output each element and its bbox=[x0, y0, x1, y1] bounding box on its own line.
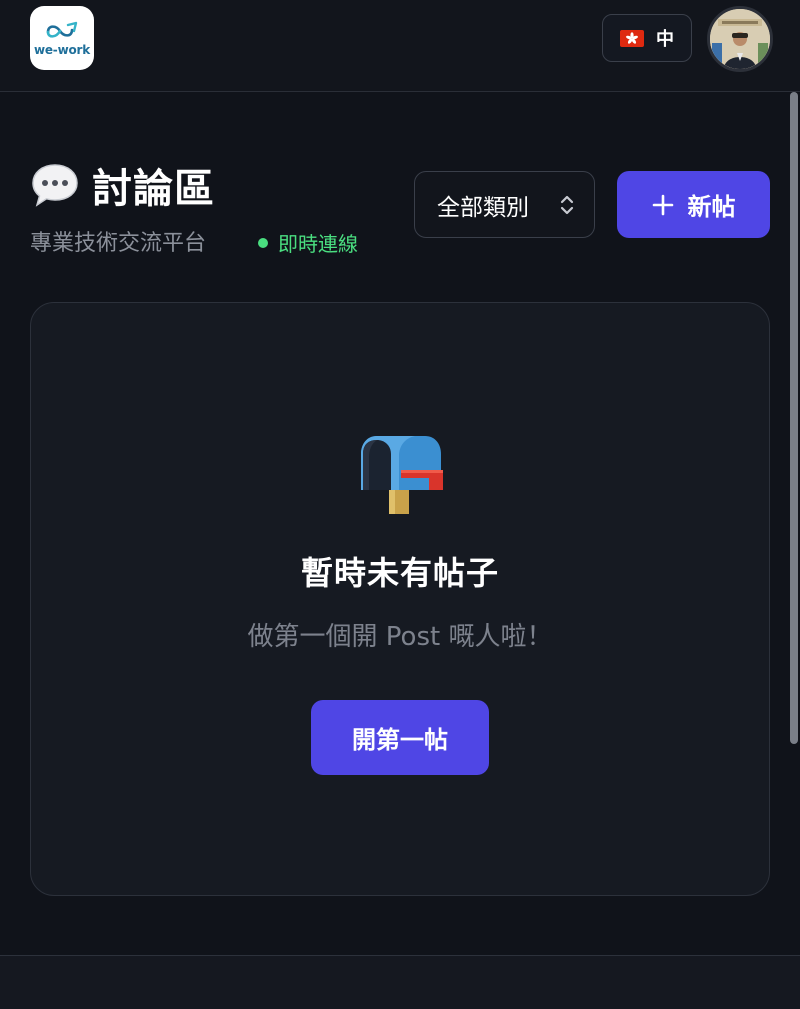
plus-icon bbox=[652, 194, 673, 215]
status-text: 即時連線 bbox=[278, 232, 358, 256]
empty-state-card bbox=[30, 302, 770, 896]
avatar-photo bbox=[710, 9, 770, 69]
create-first-post-button[interactable]: 開第一帖 bbox=[311, 700, 489, 775]
status-dot-icon bbox=[258, 237, 268, 248]
category-select-value: 全部類別 bbox=[437, 194, 529, 221]
page-subtitle: 專業技術交流平台 bbox=[30, 231, 207, 256]
empty-state-message: 做第一個開 Post 嘅人啦！ bbox=[247, 622, 553, 652]
infinity-arrow-icon bbox=[46, 21, 78, 38]
hk-flag-icon bbox=[620, 29, 644, 47]
bottom-bar bbox=[0, 955, 800, 1009]
scrollbar[interactable] bbox=[790, 92, 798, 744]
speech-bubble-icon bbox=[32, 164, 78, 207]
mailbox-icon bbox=[355, 432, 447, 516]
app-logo[interactable]: we-work bbox=[30, 6, 94, 70]
chevron-up-down-icon bbox=[560, 195, 574, 214]
page-title: 討論區 bbox=[92, 166, 215, 212]
category-select[interactable]: 全部類別 bbox=[414, 171, 595, 238]
new-post-label: 新帖 bbox=[687, 193, 736, 221]
user-avatar[interactable] bbox=[707, 6, 773, 72]
logo-text: we-work bbox=[33, 42, 91, 57]
language-switch-button[interactable]: 中 bbox=[602, 14, 692, 62]
create-first-post-label: 開第一帖 bbox=[352, 726, 448, 754]
top-header: we-work 中 bbox=[0, 0, 800, 92]
connection-status: 即時連線 bbox=[258, 228, 358, 257]
new-post-button[interactable]: 新帖 bbox=[617, 171, 770, 238]
empty-state-title: 暫時未有帖子 bbox=[300, 554, 499, 592]
language-label: 中 bbox=[656, 29, 674, 50]
page: we-work 中 討論區 專業技術交流平台 即時連線 全部類別 新帖 暫時未有… bbox=[0, 0, 800, 1009]
forum-title-row: 討論區 bbox=[30, 158, 215, 212]
